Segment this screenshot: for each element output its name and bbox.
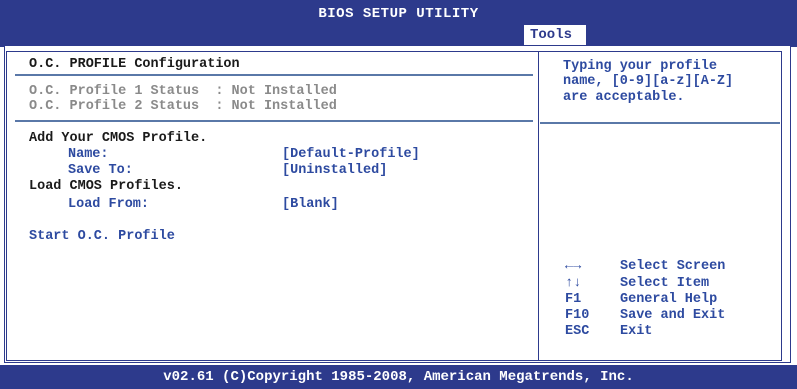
add-profile-heading: Add Your CMOS Profile.	[29, 131, 208, 146]
load-profiles-heading: Load CMOS Profiles.	[29, 179, 183, 194]
key-select-screen: Select Screen	[620, 259, 726, 274]
section-divider	[15, 74, 533, 76]
tab-tools[interactable]: Tools	[523, 24, 587, 46]
utility-title: BIOS SETUP UTILITY	[318, 6, 479, 22]
save-to-value[interactable]: [Uninstalled]	[282, 163, 387, 178]
key-f1: F1	[565, 292, 582, 307]
key-exit: Exit	[620, 324, 653, 339]
key-general-help: General Help	[620, 292, 718, 307]
key-arrows-lr-icon: ←→	[565, 259, 582, 274]
key-arrows-ud-icon: ↑↓	[565, 276, 582, 291]
help-line-2: name, [0-9][a-z][A-Z]	[563, 74, 734, 89]
section-title: O.C. PROFILE Configuration	[29, 57, 240, 72]
help-divider-line	[540, 122, 780, 124]
load-from-label[interactable]: Load From:	[68, 197, 149, 212]
key-f10: F10	[565, 308, 590, 323]
help-divider	[538, 51, 539, 361]
start-oc-profile[interactable]: Start O.C. Profile	[29, 229, 175, 244]
key-save-exit: Save and Exit	[620, 308, 726, 323]
key-esc: ESC	[565, 324, 590, 339]
load-from-value[interactable]: [Blank]	[282, 197, 339, 212]
help-line-3: are acceptable.	[563, 90, 685, 105]
key-select-item: Select Item	[620, 276, 710, 291]
copyright: v02.61 (C)Copyright 1985-2008, American …	[163, 369, 634, 385]
profile-1-status: O.C. Profile 1 Status : Not Installed	[29, 84, 337, 99]
name-value[interactable]: [Default-Profile]	[282, 147, 420, 162]
profile-2-status: O.C. Profile 2 Status : Not Installed	[29, 99, 337, 114]
save-to-label[interactable]: Save To:	[68, 163, 133, 178]
name-label[interactable]: Name:	[68, 147, 109, 162]
help-line-1: Typing your profile	[563, 59, 717, 74]
status-divider	[15, 120, 533, 122]
